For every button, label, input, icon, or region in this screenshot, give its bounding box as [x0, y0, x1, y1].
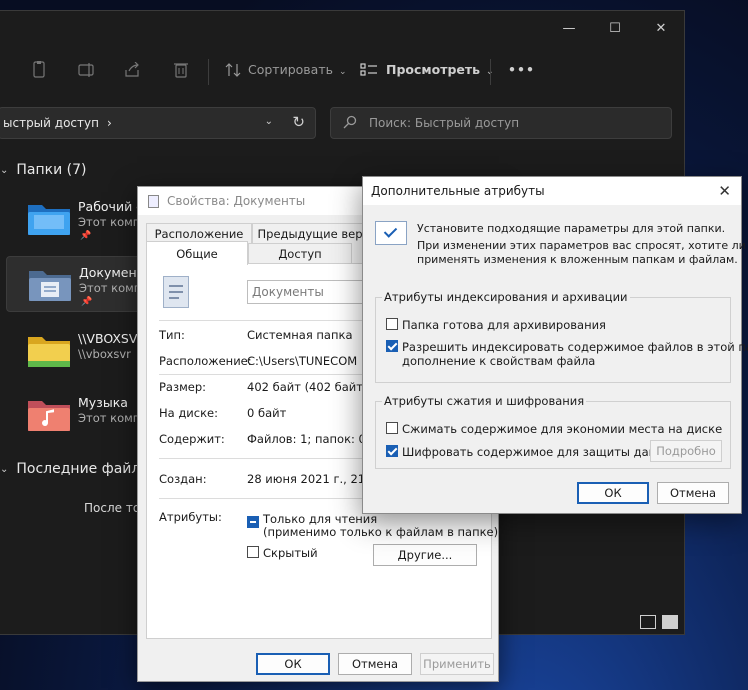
archive-label: Папка готова для архивирования [402, 318, 606, 332]
created-label: Создан: [159, 472, 207, 486]
index-label: Разрешить индексировать содержимое файло… [402, 340, 748, 354]
folder-name: Музыка [78, 395, 128, 410]
group-title: Атрибуты индексирования и архивации [382, 290, 630, 304]
tab-previous-versions[interactable]: Предыдущие вер [252, 223, 368, 243]
cancel-button[interactable]: Отмена [338, 653, 412, 675]
location-label: Расположение: [159, 354, 252, 368]
folders-group-title: Папки (7) [16, 162, 87, 178]
folders-group-header[interactable]: ⌄ Папки (7) [0, 162, 87, 178]
size-on-disk-value: 0 байт [247, 406, 287, 420]
compress-encrypt-group: Атрибуты сжатия и шифрования Сжимать сод… [375, 394, 731, 469]
size-on-disk-label: На диске: [159, 406, 218, 420]
share-icon[interactable] [122, 59, 144, 81]
music-folder-icon [28, 401, 70, 431]
explorer-titlebar: — ☐ ✕ [0, 11, 684, 45]
document-icon [148, 194, 159, 208]
copy-icon[interactable] [28, 59, 50, 81]
tab-general[interactable]: Общие [146, 241, 248, 265]
tab-location[interactable]: Расположение [146, 223, 252, 243]
tiles-view-icon[interactable] [662, 615, 678, 629]
address-history-chevron-icon[interactable]: ⌄ [265, 116, 273, 127]
details-button[interactable]: Подробно [650, 440, 722, 462]
readonly-checkbox[interactable] [247, 516, 259, 528]
type-label: Тип: [159, 328, 185, 342]
collapse-caret-icon: ⌄ [0, 164, 9, 176]
location-value: C:\Users\TUNECOM [247, 354, 358, 368]
archive-checkbox[interactable] [386, 318, 398, 330]
group-title: Атрибуты сжатия и шифрования [382, 394, 587, 408]
advanced-titlebar: Дополнительные атрибуты [363, 177, 741, 205]
search-icon [343, 115, 357, 132]
readonly-label: Только для чтения [263, 512, 378, 526]
indexing-archive-group: Атрибуты индексирования и архивации Папк… [375, 290, 748, 383]
type-value: Системная папка [247, 328, 353, 342]
pin-icon: 📌 [80, 231, 92, 241]
other-attributes-button[interactable]: Другие... [373, 544, 477, 566]
collapse-caret-icon: ⌄ [0, 463, 9, 475]
delete-icon[interactable] [170, 59, 192, 81]
tab-sharing[interactable]: Доступ [248, 243, 352, 263]
view-menu[interactable]: Просмотреть⌄ [386, 62, 494, 77]
network-folder-icon [28, 337, 70, 367]
ok-button[interactable]: ОК [256, 653, 330, 675]
breadcrumb-chevron-icon[interactable]: › [107, 116, 112, 130]
rename-icon[interactable] [76, 59, 98, 81]
hidden-checkbox[interactable] [247, 546, 259, 558]
intro-text: Установите подходящие параметры для этой… [417, 222, 726, 235]
index-label: дополнение к свойствам файла [402, 354, 596, 368]
pin-icon: 📌 [81, 297, 93, 307]
readonly-hint: (применимо только к файлам в папке) [263, 525, 499, 539]
address-bar[interactable]: ыстрый доступ › ⌄ ↻ [0, 107, 316, 139]
documents-folder-icon [29, 271, 71, 301]
advanced-attributes-dialog: Дополнительные атрибуты ✕ Установите под… [362, 176, 748, 514]
documents-folder-icon [163, 276, 189, 308]
contains-value: Файлов: 1; папок: 0 [247, 432, 366, 446]
maximize-button[interactable]: ☐ [592, 15, 638, 41]
close-icon[interactable]: ✕ [718, 182, 731, 200]
cancel-button[interactable]: Отмена [657, 482, 729, 504]
sort-label: Сортировать [248, 62, 333, 77]
contains-label: Содержит: [159, 432, 225, 446]
minimize-button[interactable]: — [546, 15, 592, 41]
hidden-label: Скрытый [263, 546, 318, 560]
recent-group-header[interactable]: ⌄ Последние файль [0, 461, 149, 477]
details-view-icon[interactable] [640, 615, 656, 629]
attributes-label: Атрибуты: [159, 510, 222, 524]
ok-button[interactable]: ОК [577, 482, 649, 504]
compress-checkbox[interactable] [386, 422, 398, 434]
intro-text: применять изменения к вложенным папкам и… [417, 253, 738, 266]
toolbar-divider [490, 59, 491, 85]
folder-name: Рабочий с [78, 199, 144, 214]
address-path: ыстрый доступ [3, 116, 99, 130]
search-placeholder: Поиск: Быстрый доступ [369, 116, 520, 130]
folder-name: \\VBOXSVR [78, 331, 147, 346]
apply-button[interactable]: Применить [420, 653, 494, 675]
close-button[interactable]: ✕ [638, 15, 684, 41]
encrypt-label: Шифровать содержимое для защиты данных [402, 445, 680, 459]
recent-group-title: Последние файль [16, 461, 149, 477]
view-label: Просмотреть [386, 62, 481, 77]
compress-label: Сжимать содержимое для экономии места на… [402, 422, 723, 436]
sort-icon[interactable] [222, 59, 244, 81]
refresh-icon[interactable]: ↻ [292, 113, 305, 131]
view-icon[interactable] [358, 59, 380, 81]
more-options-button[interactable]: ••• [508, 62, 535, 77]
advanced-title: Дополнительные атрибуты [371, 184, 545, 198]
size-value: 402 байт (402 байт) [247, 380, 368, 394]
folder-location: \\vboxsvr [78, 347, 131, 361]
sort-menu[interactable]: Сортировать ⌄ [248, 62, 347, 77]
checked-folder-icon [375, 221, 407, 245]
desktop-folder-icon [28, 205, 70, 235]
explorer-toolbar: Сортировать ⌄ Просмотреть⌄ ••• [0, 51, 684, 91]
search-box[interactable]: Поиск: Быстрый доступ [330, 107, 672, 139]
intro-text: При изменении этих параметров вас спрося… [417, 239, 748, 252]
chevron-down-icon: ⌄ [338, 67, 347, 77]
properties-title: Свойства: Документы [167, 194, 306, 208]
size-label: Размер: [159, 380, 207, 394]
toolbar-divider [208, 59, 209, 85]
encrypt-checkbox[interactable] [386, 445, 398, 457]
index-checkbox[interactable] [386, 340, 398, 352]
